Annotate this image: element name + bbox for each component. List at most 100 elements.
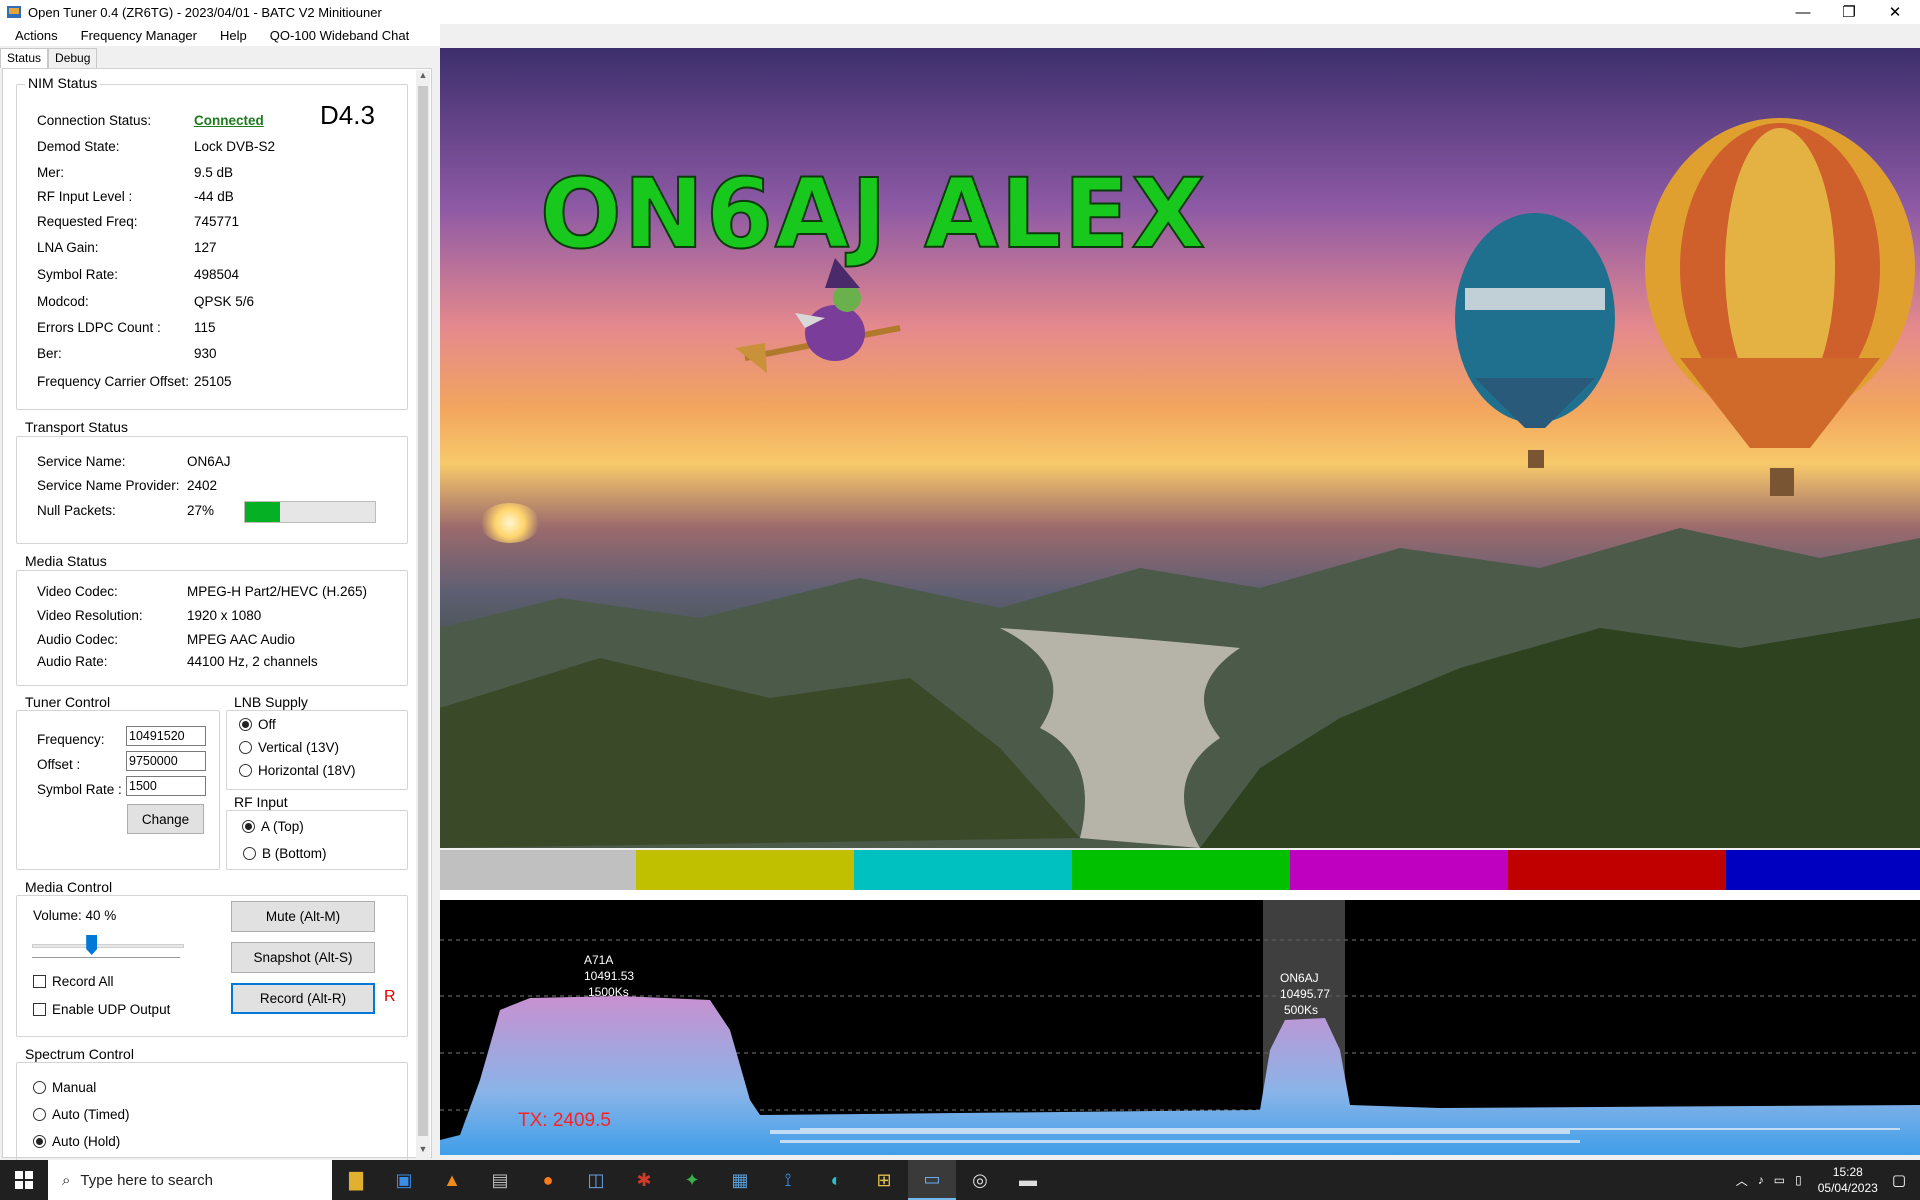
tab-strip: Status Debug (0, 48, 98, 68)
mer-value: 9.5 dB (194, 165, 234, 180)
lna-gain-value: 127 (194, 240, 217, 255)
transport-status-title: Transport Status (22, 419, 131, 435)
terminal-icon[interactable]: ▬ (1004, 1160, 1052, 1200)
firefox-icon[interactable]: ● (524, 1160, 572, 1200)
rf-input-b-label[interactable]: B (Bottom) (262, 846, 327, 861)
mute-button[interactable]: Mute (Alt-M) (231, 901, 375, 932)
video-display: ON6AJ ALEX (440, 48, 1920, 848)
lnb-vertical-radio[interactable] (239, 741, 252, 754)
windows-start-icon[interactable] (0, 1160, 48, 1200)
file-explorer-icon[interactable]: ▇ (332, 1160, 380, 1200)
color-bar (440, 850, 636, 890)
lnb-horizontal-radio[interactable] (239, 764, 252, 777)
volume-slider[interactable] (32, 944, 184, 948)
spectrum-auto-hold-label[interactable]: Auto (Hold) (52, 1134, 120, 1149)
open-tuner-taskbar-icon[interactable]: ▭ (908, 1160, 956, 1200)
volume-icon[interactable]: ♪ (1758, 1173, 1764, 1187)
modcod-label: Modcod: (37, 294, 89, 309)
ladybug-app-icon[interactable]: ✱ (620, 1160, 668, 1200)
lnb-horizontal-label[interactable]: Horizontal (18V) (258, 763, 356, 778)
connection-status-value[interactable]: Connected (194, 113, 264, 128)
spectrum-auto-timed-radio[interactable] (33, 1108, 46, 1121)
snapshot-button[interactable]: Snapshot (Alt-S) (231, 942, 375, 973)
minimize-button[interactable]: — (1780, 0, 1826, 24)
tab-debug[interactable]: Debug (48, 48, 98, 68)
taskbar-search-box[interactable]: ⌕ Type here to search (48, 1160, 332, 1200)
lnb-off-label[interactable]: Off (258, 717, 276, 732)
rf-input-group (226, 810, 408, 870)
obs-icon[interactable]: ◎ (956, 1160, 1004, 1200)
video-codec-value: MPEG-H Part2/HEVC (H.265) (187, 584, 368, 599)
chevron-up-icon[interactable]: ︿ (1736, 1172, 1748, 1189)
rf-input-b-radio[interactable] (243, 847, 256, 860)
symbol-rate-input[interactable] (126, 776, 206, 796)
service-name-label: Service Name: (37, 454, 126, 469)
display-icon[interactable]: ▯ (1795, 1173, 1802, 1187)
scroll-up-icon[interactable]: ▲ (416, 70, 430, 84)
color-bar (854, 850, 1072, 890)
rf-input-a-radio[interactable] (242, 820, 255, 833)
maximize-button[interactable]: ❐ (1826, 0, 1872, 24)
system-tray: ︿ ♪ ▭ ▯ 15:28 05/04/2023 ▢ (1736, 1160, 1920, 1200)
video-divider (440, 890, 1920, 900)
scrollbar-thumb[interactable] (418, 86, 428, 1136)
tab-status[interactable]: Status (0, 48, 49, 68)
taskbar: ⌕ Type here to search ▇ ▣ ▲ ▤ ● ◫ ✱ ✦ ▦ … (0, 1160, 1920, 1200)
record-button[interactable]: Record (Alt-R) (231, 983, 375, 1014)
network-manager-icon[interactable]: ⊞ (860, 1160, 908, 1200)
status-scrollbar[interactable]: ▲ ▼ (416, 70, 430, 1158)
frequency-label: Frequency: (37, 732, 105, 747)
spectrum-display[interactable]: A71A 10491.53 1500Ks ON6AJ 10495.77 500K… (440, 900, 1920, 1155)
spectrum-auto-hold-radio[interactable] (33, 1135, 46, 1148)
search-icon: ⌕ (62, 1171, 71, 1189)
spectrum-plot (440, 900, 1920, 1155)
lnb-vertical-label[interactable]: Vertical (13V) (258, 740, 339, 755)
menu-frequency-manager[interactable]: Frequency Manager (66, 28, 205, 43)
screen-app-icon[interactable]: ▦ (716, 1160, 764, 1200)
offset-label: Offset : (37, 757, 81, 772)
menu-qo100-chat[interactable]: QO-100 Wideband Chat (255, 28, 417, 43)
antenna-app-icon[interactable]: ⟟ (764, 1160, 812, 1200)
rf-input-a-label[interactable]: A (Top) (261, 819, 304, 834)
close-button[interactable]: ✕ (1872, 0, 1918, 24)
spectrum-manual-radio[interactable] (33, 1081, 46, 1094)
spectrum-auto-timed-label[interactable]: Auto (Timed) (52, 1107, 130, 1122)
tuner-control-title: Tuner Control (22, 694, 114, 710)
symbol-rate-input-label: Symbol Rate : (37, 782, 122, 797)
media-app-icon[interactable]: ▤ (476, 1160, 524, 1200)
record-all-label[interactable]: Record All (52, 974, 114, 989)
tx-frequency-label: TX: 2409.5 (518, 1110, 611, 1131)
volume-label: Volume: 40 % (33, 908, 117, 923)
menu-actions[interactable]: Actions (0, 28, 66, 43)
color-bar (1290, 850, 1508, 890)
vlc-icon[interactable]: ▲ (428, 1160, 476, 1200)
network-icon[interactable]: ▭ (1774, 1173, 1785, 1187)
network-tool-icon[interactable]: ◫ (572, 1160, 620, 1200)
green-app-icon[interactable]: ✦ (668, 1160, 716, 1200)
title-bar: Open Tuner 0.4 (ZR6TG) - 2023/04/01 - BA… (0, 0, 1920, 24)
requested-freq-label: Requested Freq: (37, 214, 138, 229)
menu-help[interactable]: Help (205, 28, 255, 43)
rf-input-level-label: RF Input Level : (37, 189, 133, 204)
ber-label: Ber: (37, 346, 62, 361)
enable-udp-checkbox[interactable] (33, 1003, 46, 1016)
taskbar-clock[interactable]: 15:28 05/04/2023 (1818, 1164, 1878, 1196)
app-window-icon[interactable]: ▣ (380, 1160, 428, 1200)
frequency-input[interactable] (126, 726, 206, 746)
spectrum-manual-label[interactable]: Manual (52, 1080, 96, 1095)
offset-input[interactable] (126, 751, 206, 771)
change-button[interactable]: Change (127, 804, 204, 834)
enable-udp-label[interactable]: Enable UDP Output (52, 1002, 170, 1017)
requested-freq-value: 745771 (194, 214, 240, 229)
carrier-offset-value: 25105 (194, 374, 232, 389)
ber-value: 930 (194, 346, 217, 361)
edge-icon[interactable]: ◐ (812, 1160, 860, 1200)
null-packets-value: 27% (187, 503, 215, 518)
scroll-down-icon[interactable]: ▼ (416, 1144, 430, 1158)
app-icon (6, 4, 22, 20)
notification-icon[interactable]: ▢ (1892, 1171, 1906, 1189)
lnb-off-radio[interactable] (239, 718, 252, 731)
firmware-badge: D4.3 (320, 100, 375, 130)
menu-bar: Actions Frequency Manager Help QO-100 Wi… (0, 24, 440, 46)
record-all-checkbox[interactable] (33, 975, 46, 988)
